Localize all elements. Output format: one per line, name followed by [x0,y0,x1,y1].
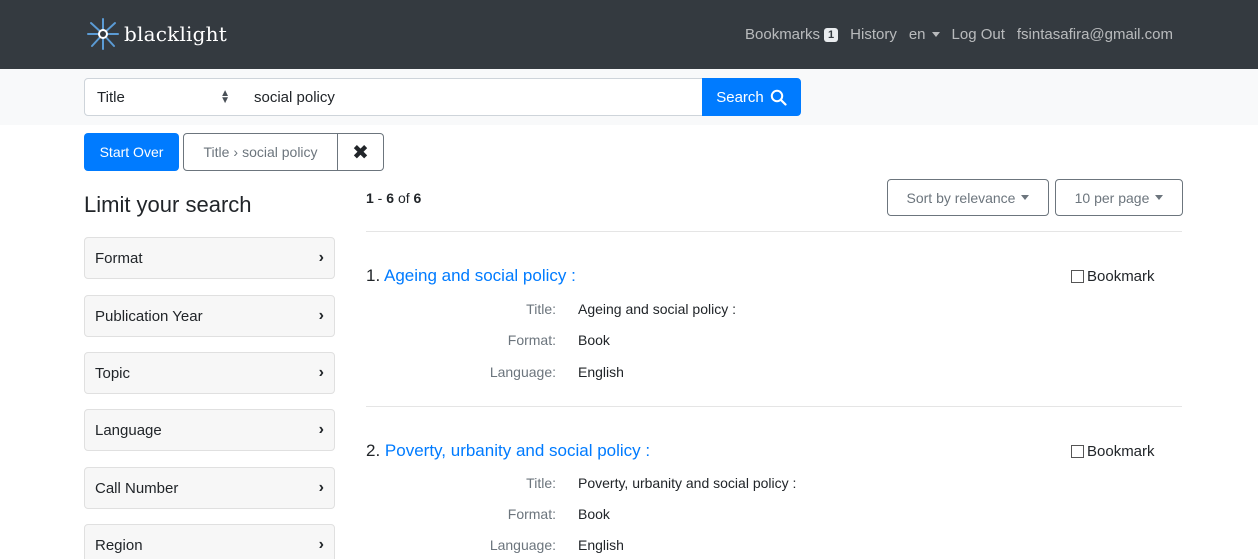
bookmark-label: Bookmark [1087,443,1155,460]
facet-label: Language [95,421,162,439]
chevron-right-icon: › [318,307,324,324]
field-value: Book [578,332,610,348]
chevron-right-icon: › [318,536,324,553]
bookmarks-label: Bookmarks [745,26,821,43]
facet-label: Region [95,536,143,554]
document-title-link[interactable]: Poverty, urbanity and social policy : [385,441,650,460]
search-field-value: Title [97,88,125,106]
brand-name: blacklight [124,22,227,46]
remove-x-icon: ✖ [352,141,369,164]
facet-label: Format [95,249,143,267]
chevron-right-icon: › [318,364,324,381]
chevron-right-icon: › [318,249,324,266]
history-link[interactable]: History [850,26,897,43]
language-dropdown[interactable]: en [909,26,940,43]
range-end: 6 [386,190,395,206]
document-index: 1. [366,266,381,285]
search-button-label: Search [716,88,764,106]
field-label: Title: [526,301,556,317]
search-bar: Title ▲▼ Search [0,69,1258,125]
field-value: Ageing and social policy : [578,301,736,317]
blacklight-logo-icon [87,18,119,50]
field-value: English [578,537,624,553]
chevron-right-icon: › [318,479,324,496]
magnifier-icon [770,89,787,106]
document-title-link[interactable]: Ageing and social policy : [384,266,576,285]
caret-down-icon [1155,195,1164,200]
user-nav: Bookmarks 1 History en Log Out fsintasafi… [733,0,1173,69]
field-value: Poverty, urbanity and social policy : [578,475,797,491]
of-label: of [397,190,410,206]
constraint-separator-icon: › [233,144,239,160]
bookmark-toggle[interactable]: Bookmark [1071,443,1155,460]
facet-call-number[interactable]: Call Number › [84,467,335,509]
page-entries-info: 1 - 6 of 6 [366,190,422,206]
range-start: 1 [366,190,374,206]
remove-constraint-button[interactable]: ✖ [338,133,384,171]
facet-publication-year[interactable]: Publication Year › [84,295,335,337]
field-value: English [578,364,624,380]
field-label: Language: [489,537,556,553]
document-field-row: Language: English [366,364,1066,384]
search-button[interactable]: Search [702,78,801,116]
bookmark-checkbox[interactable] [1071,445,1084,458]
search-input[interactable] [242,78,703,116]
facet-topic[interactable]: Topic › [84,352,335,394]
field-label: Language: [489,364,556,380]
logout-link[interactable]: Log Out [952,26,1005,43]
document-title: 2. Poverty, urbanity and social policy : [366,441,650,461]
field-label: Format: [507,332,556,348]
document-divider [366,406,1182,407]
top-navbar: blacklight Bookmarks 1 History en Log Out… [0,0,1258,69]
up-down-arrows-icon: ▲ ▼ [220,88,230,106]
field-label: Format: [507,506,556,522]
bookmarks-link[interactable]: Bookmarks 1 [745,26,839,43]
facet-format[interactable]: Format › [84,237,335,279]
sort-label: Sort by relevance [906,189,1016,206]
start-over-button[interactable]: Start Over [84,133,179,171]
document-field-row: Format: Book [366,506,1066,526]
applied-constraint: Title › social policy ✖ [183,133,384,171]
document-field-row: Format: Book [366,332,1066,352]
results-divider [366,231,1182,232]
brand-link[interactable]: blacklight [86,10,227,58]
total-count: 6 [413,190,422,206]
document-field-row: Title: Ageing and social policy : [366,301,1066,321]
document-title: 1. Ageing and social policy : [366,266,576,286]
constraint-value: social policy [242,144,318,160]
field-value: Book [578,506,610,522]
facet-label: Call Number [95,479,179,497]
per-page-dropdown[interactable]: 10 per page [1055,179,1183,216]
language-label: en [908,26,926,43]
facet-label: Topic [95,364,131,382]
per-page-label: 10 per page [1074,189,1150,206]
bookmarks-count-badge: 1 [824,28,839,42]
constraint-label[interactable]: Title › social policy [183,133,338,171]
document-field-row: Title: Poverty, urbanity and social poli… [366,475,1066,495]
document-field-row: Language: English [366,537,1066,557]
caret-down-icon [931,32,940,37]
search-field-select[interactable]: Title ▲ ▼ [84,78,243,116]
facet-language[interactable]: Language › [84,409,335,451]
sort-dropdown[interactable]: Sort by relevance [887,179,1049,216]
facet-region[interactable]: Region › [84,524,335,559]
constraint-field: Title [203,144,230,160]
field-label: Title: [526,475,556,491]
document-index: 2. [366,441,381,460]
limit-search-heading: Limit your search [84,192,252,217]
bookmark-toggle[interactable]: Bookmark [1071,268,1155,285]
facet-label: Publication Year [95,307,203,325]
bookmark-label: Bookmark [1087,268,1155,285]
caret-down-icon [1021,195,1030,200]
user-account-link[interactable]: fsintasafira@gmail.com [1017,26,1173,43]
bookmark-checkbox[interactable] [1071,270,1084,283]
chevron-right-icon: › [318,421,324,438]
